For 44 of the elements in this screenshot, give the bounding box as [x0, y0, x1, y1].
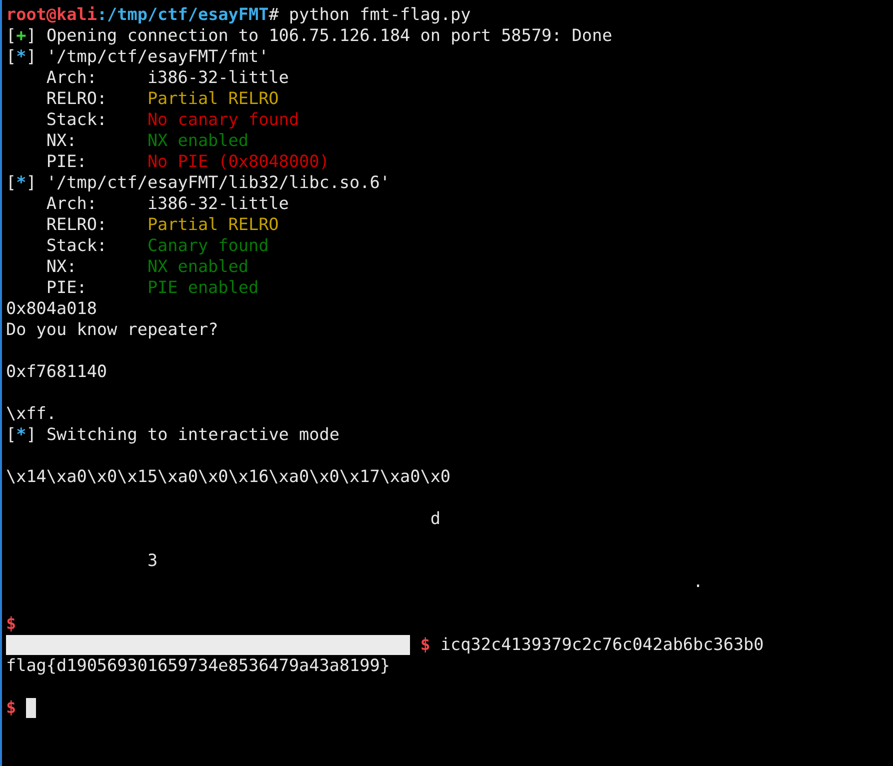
prompt-sign: $ — [420, 634, 430, 655]
status-text: '/tmp/ctf/esayFMT/lib32/libc.so.6' — [46, 172, 390, 193]
status-text: Switching to interactive mode — [46, 424, 340, 445]
prompt-sign: $ — [6, 613, 16, 634]
property-label: NX: — [46, 130, 78, 151]
property-value: Canary found — [147, 235, 269, 256]
status-marker: [*] — [6, 172, 36, 193]
property-label: PIE: — [46, 151, 88, 172]
output-text: . — [692, 571, 704, 592]
property-value: i386-32-little — [147, 67, 289, 88]
input-text: icq32c4139379c2c76c042ab6bc363b0 — [440, 634, 764, 655]
output-text: \xff. — [6, 403, 57, 424]
property-value: NX enabled — [147, 256, 248, 277]
status-marker: [*] — [6, 46, 36, 67]
property-label: NX: — [46, 256, 78, 277]
output-text: 0xf7681140 — [6, 361, 108, 382]
property-value: i386-32-little — [147, 193, 289, 214]
output-text: 0x804a018 — [6, 298, 97, 319]
output-text: flag{d190569301659734e8536479a43a8199} — [6, 655, 390, 676]
status-text: Opening connection to 106.75.126.184 on port 58579: Done — [46, 25, 612, 46]
property-value: Partial RELRO — [147, 88, 279, 109]
prompt-sign: $ — [6, 697, 16, 718]
property-value: Partial RELRO — [147, 214, 279, 235]
property-value: PIE enabled — [147, 277, 259, 298]
property-value: No PIE (0x8048000) — [147, 151, 330, 172]
status-marker: [*] — [6, 424, 36, 445]
prompt-user: root@kali — [6, 4, 97, 25]
status-text: '/tmp/ctf/esayFMT/fmt' — [46, 46, 269, 67]
property-value: NX enabled — [147, 130, 248, 151]
property-label: Arch: — [46, 193, 98, 214]
output-text: 3 — [146, 550, 158, 571]
property-label: Stack: — [46, 235, 108, 256]
output-text: Do you know repeater? — [6, 319, 218, 340]
status-marker: [+] — [6, 25, 36, 46]
property-label: PIE: — [46, 277, 88, 298]
prompt-path: :/tmp/ctf/esayFMT — [96, 4, 269, 25]
output-text: \x14\xa0\x0\x15\xa0\x0\x16\xa0\x0\x17\xa0\x0 — [6, 466, 451, 487]
property-label: Stack: — [46, 109, 108, 130]
property-label: RELRO: — [46, 214, 108, 235]
output-text: d — [429, 508, 440, 529]
property-value: No canary found — [147, 109, 299, 130]
command-text: # python fmt-flag.py — [268, 4, 471, 25]
property-label: RELRO: — [46, 88, 108, 109]
property-label: Arch: — [46, 67, 98, 88]
